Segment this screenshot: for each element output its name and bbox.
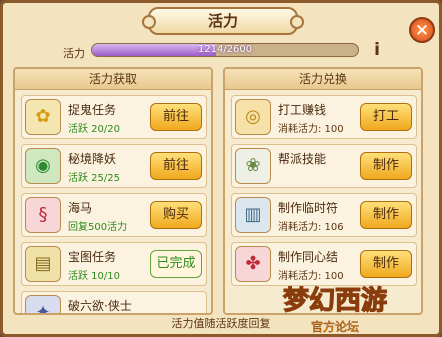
item-name: 制作临时符 <box>278 201 339 215</box>
list-item: ✦ 破六欲·侠士 <box>21 291 207 313</box>
vitality-gain-column: 活力获取 ✿ 捉鬼任务 活跃 20/20 前往 ◉ 秘境降妖 活跃 25/25 … <box>13 67 213 315</box>
item-name: 打工赚钱 <box>278 103 327 117</box>
go-button[interactable]: 前往 <box>150 103 202 131</box>
coin-bag-icon: ◎ <box>235 99 271 135</box>
title-scroll-left <box>142 15 156 29</box>
list-item: ✿ 捉鬼任务 活跃 20/20 前往 <box>21 95 207 139</box>
svg-text:官方论坛: 官方论坛 <box>311 319 359 334</box>
craft-button[interactable]: 制作 <box>360 201 412 229</box>
craft-button[interactable]: 制作 <box>360 152 412 180</box>
go-button[interactable]: 前往 <box>150 152 202 180</box>
list-item: ❀ 帮派技能 制作 <box>231 144 417 188</box>
vitality-exchange-header: 活力兑换 <box>225 69 421 90</box>
green-orb-icon: ◉ <box>25 148 61 184</box>
seahorse-icon: § <box>25 197 61 233</box>
item-name: 秘境降妖 <box>68 152 117 166</box>
list-item: ◎ 打工赚钱 消耗活力: 100 打工 <box>231 95 417 139</box>
panel-title: 活力 <box>207 12 238 30</box>
talisman-icon: ▥ <box>235 197 271 233</box>
work-button[interactable]: 打工 <box>360 103 412 131</box>
list-item: ▤ 宝图任务 活跃 10/10 已完成 <box>21 242 207 286</box>
vitality-gain-header: 活力获取 <box>15 69 211 90</box>
item-sub: 回复500活力 <box>68 222 128 233</box>
vitality-label: 活力 <box>63 47 85 60</box>
vitality-panel: 活力 ✕ 活力 1214/2600 i 活力获取 ✿ 捉鬼任务 活跃 20/20… <box>0 0 442 337</box>
item-name: 帮派技能 <box>278 152 327 166</box>
close-button[interactable]: ✕ <box>409 17 435 43</box>
item-cost: 消耗活力: 100 <box>278 124 344 135</box>
completed-badge: 已完成 <box>150 250 202 278</box>
vitality-value: 1214/2600 <box>197 44 253 55</box>
list-item: ▥ 制作临时符 消耗活力: 106 制作 <box>231 193 417 237</box>
info-icon[interactable]: i <box>368 36 386 64</box>
item-cost: 消耗活力: 106 <box>278 222 344 233</box>
treasure-map-icon: ▤ <box>25 246 61 282</box>
svg-text:梦幻西游: 梦幻西游 <box>283 286 387 316</box>
item-name: 海马 <box>68 201 93 215</box>
title-scroll-right <box>290 15 304 29</box>
quest-icon: ✦ <box>25 295 61 313</box>
title-tab: 活力 <box>142 7 304 35</box>
list-item: ◉ 秘境降妖 活跃 25/25 前往 <box>21 144 207 188</box>
item-sub: 活跃 25/25 <box>68 173 120 184</box>
item-name: 捉鬼任务 <box>68 103 117 117</box>
item-name: 制作同心结 <box>278 250 339 264</box>
flower-icon: ✿ <box>25 99 61 135</box>
cauliflower-icon: ❀ <box>235 148 271 184</box>
item-sub: 活跃 20/20 <box>68 124 120 135</box>
list-item: § 海马 回复500活力 购买 <box>21 193 207 237</box>
buy-button[interactable]: 购买 <box>150 201 202 229</box>
item-name: 破六欲·侠士 <box>68 299 132 313</box>
item-name: 宝图任务 <box>68 250 117 264</box>
item-sub: 活跃 10/10 <box>68 271 120 282</box>
game-logo: 梦幻西游 官方论坛 <box>282 285 387 334</box>
